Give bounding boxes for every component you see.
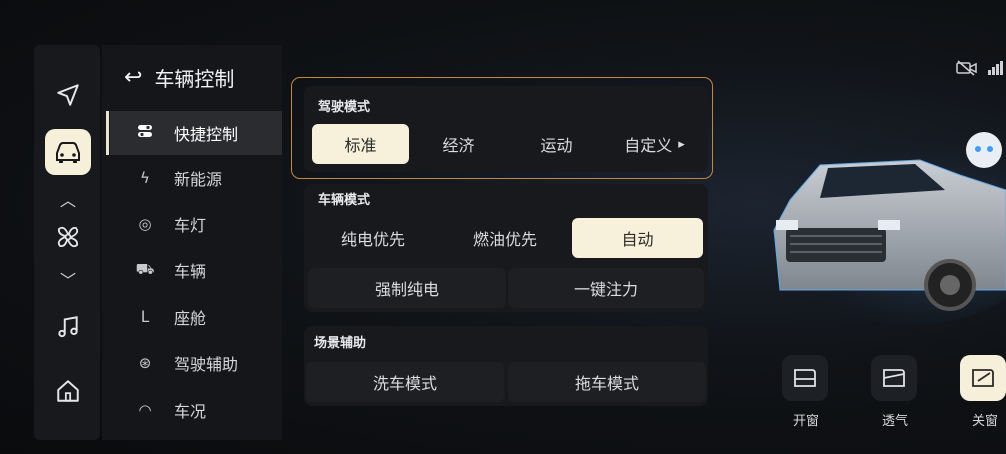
focus-highlight bbox=[291, 77, 713, 179]
left-rail: ︿ ﹀ bbox=[34, 45, 100, 440]
tow-mode-button[interactable]: 拖车模式 bbox=[508, 362, 706, 402]
window-open-label: 开窗 bbox=[792, 414, 819, 429]
menu-item-label: 快捷控制 bbox=[174, 125, 239, 144]
scene-assist-panel: 场景辅助 洗车模式 拖车模式 bbox=[304, 326, 708, 406]
scene-assist-title: 场景辅助 bbox=[314, 336, 367, 351]
vehicle-mode-auto[interactable]: 自动 bbox=[572, 218, 703, 258]
menu-item-lights[interactable]: ◎ 车灯 bbox=[110, 202, 282, 246]
car-wash-mode-button[interactable]: 洗车模式 bbox=[306, 362, 504, 402]
seat-icon: ᒪ bbox=[140, 308, 150, 326]
fan-icon[interactable] bbox=[48, 217, 88, 257]
window-open-icon[interactable] bbox=[782, 355, 828, 401]
menu-item-label: 驾驶辅助 bbox=[174, 355, 239, 374]
screen: ︿ ﹀ ↩ 车辆控制 快捷控制 ϟ 新能源 ◎ 车灯 ⛟ 车辆 ᒪ 座舱 ⊛ 驾… bbox=[0, 0, 1006, 454]
chevron-down-icon[interactable]: ﹀ bbox=[48, 267, 88, 291]
vehicle-mode-fuel-priority[interactable]: 燃油优先 bbox=[440, 218, 570, 258]
menu-item-vehicle[interactable]: ⛟ 车辆 bbox=[110, 248, 282, 292]
menu-item-new-energy[interactable]: ϟ 新能源 bbox=[110, 156, 282, 200]
menu-item-quick-control[interactable]: 快捷控制 bbox=[110, 111, 282, 155]
force-ev-button[interactable]: 强制纯电 bbox=[308, 268, 506, 308]
menu-item-cabin[interactable]: ᒪ 座舱 bbox=[110, 295, 282, 339]
vehicle-illustration bbox=[720, 120, 1006, 330]
window-vent-label: 透气 bbox=[881, 414, 908, 429]
window-vent-icon[interactable] bbox=[871, 355, 917, 401]
window-close-icon[interactable] bbox=[960, 355, 1006, 401]
menu-header: ↩ 车辆控制 bbox=[124, 63, 234, 92]
menu-item-vehicle-status[interactable]: ◠ 车况 bbox=[110, 388, 282, 432]
music-icon[interactable] bbox=[48, 307, 88, 347]
one-key-charge-button[interactable]: 一键注力 bbox=[508, 268, 704, 308]
chevron-up-icon[interactable]: ︿ bbox=[48, 187, 88, 211]
car-icon[interactable] bbox=[45, 129, 91, 175]
camera-off-icon bbox=[956, 60, 978, 80]
menu-item-label: 座舱 bbox=[174, 309, 207, 328]
navigation-icon[interactable] bbox=[48, 75, 88, 115]
menu-item-driving-assist[interactable]: ⊛ 驾驶辅助 bbox=[110, 341, 282, 385]
light-icon: ◎ bbox=[138, 215, 152, 233]
menu-item-label: 车辆 bbox=[174, 262, 207, 281]
home-icon[interactable] bbox=[48, 371, 88, 411]
bolt-icon: ϟ bbox=[140, 169, 150, 187]
menu-item-label: 车灯 bbox=[174, 216, 207, 235]
vehicle-mode-title: 车辆模式 bbox=[318, 193, 371, 208]
menu-item-label: 车况 bbox=[174, 402, 207, 421]
steering-wheel-icon: ⊛ bbox=[138, 354, 152, 372]
side-menu: ↩ 车辆控制 快捷控制 ϟ 新能源 ◎ 车灯 ⛟ 车辆 ᒪ 座舱 ⊛ 驾驶辅助 bbox=[102, 45, 282, 440]
vehicle-mode-ev-priority[interactable]: 纯电优先 bbox=[308, 218, 438, 258]
window-close-label: 关窗 bbox=[971, 414, 998, 429]
back-icon[interactable]: ↩ bbox=[124, 65, 142, 90]
signal-icon bbox=[987, 60, 1005, 80]
menu-item-label: 新能源 bbox=[174, 170, 223, 189]
active-indicator bbox=[106, 111, 109, 155]
vehicle-mode-panel: 车辆模式 纯电优先 燃油优先 自动 强制纯电 一键注力 bbox=[304, 184, 708, 312]
gauge-icon: ◠ bbox=[138, 401, 152, 419]
toggle-icon bbox=[134, 123, 156, 143]
car-front-icon: ⛟ bbox=[135, 260, 155, 278]
page-title: 车辆控制 bbox=[154, 67, 235, 91]
